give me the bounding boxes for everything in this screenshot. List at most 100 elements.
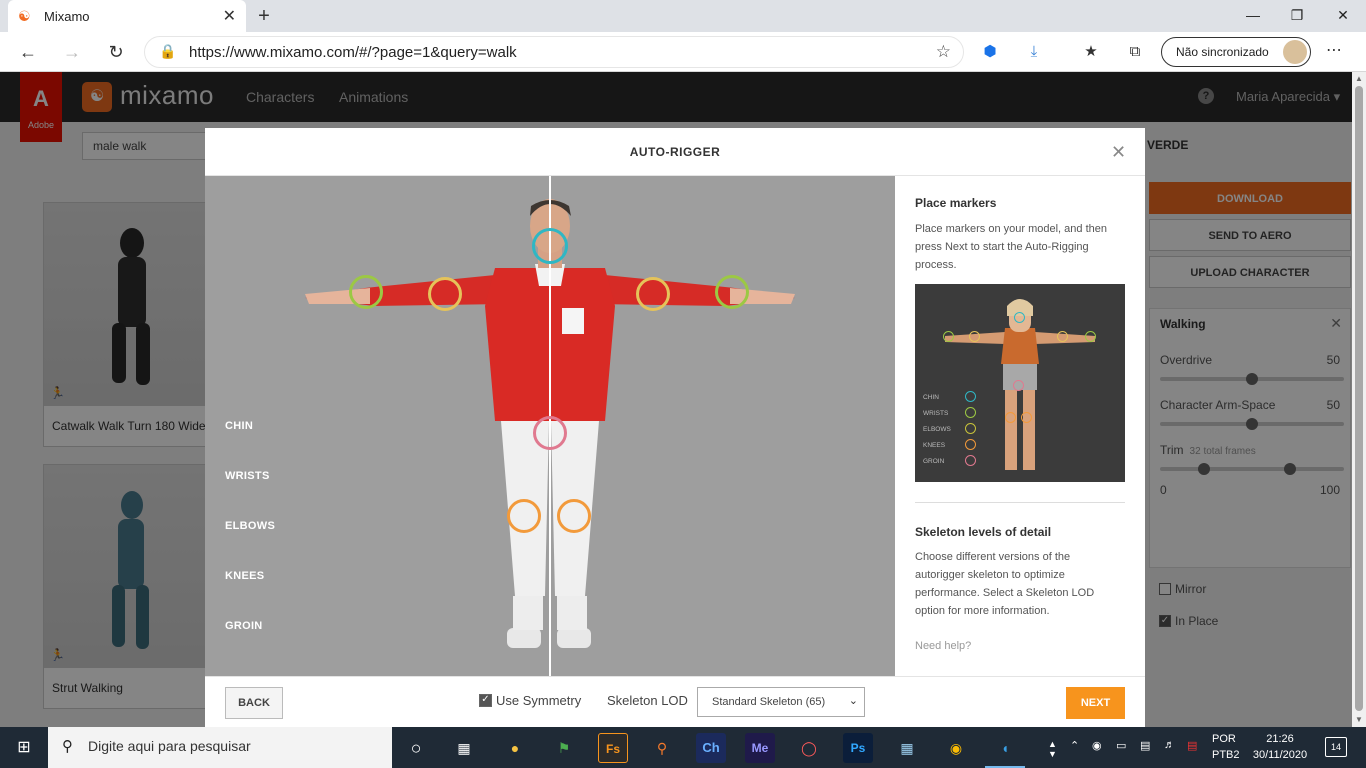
browser-tab[interactable]: ☯ Mixamo ✕ [8, 0, 246, 32]
elbow-marker-left[interactable] [636, 277, 670, 311]
close-dialog-icon[interactable]: ✕ [1111, 142, 1126, 163]
more-menu-icon[interactable]: ⋯ [1326, 40, 1342, 60]
show-hidden-icons-icon[interactable]: ⌃ [1070, 739, 1079, 752]
webcam-icon[interactable]: ◉ [1092, 739, 1102, 752]
volume-icon[interactable]: ♬ [1164, 739, 1175, 751]
elbow-marker-right[interactable] [428, 277, 462, 311]
chevron-down-icon: ⌄ [848, 695, 858, 707]
new-tab-icon[interactable]: + [254, 4, 274, 28]
next-button[interactable]: NEXT [1066, 687, 1125, 719]
elbows-label: ELBOWS [225, 520, 276, 532]
checkbox-checked-icon[interactable]: ✓ [479, 694, 492, 707]
notepad-icon[interactable]: ▦ [892, 733, 922, 763]
example-elbow-marker [1057, 331, 1068, 342]
scroll-up-icon[interactable]: ▲ [1352, 72, 1366, 86]
wrist-marker-right[interactable] [349, 275, 383, 309]
use-symmetry-label: Use Symmetry [496, 693, 582, 708]
chin-marker[interactable] [532, 228, 568, 264]
sync-label: Não sincronizado [1176, 45, 1269, 59]
maps-icon[interactable]: ⚑ [549, 733, 579, 763]
example-groin-label: GROIN [923, 458, 945, 465]
network-icon[interactable]: ▤ [1140, 739, 1150, 752]
photoshop-icon[interactable]: Ps [843, 733, 873, 763]
knee-marker-right[interactable] [507, 499, 541, 533]
back-button[interactable]: BACK [225, 687, 283, 719]
extension-download-icon[interactable]: ⤓ [1023, 41, 1045, 63]
media-encoder-icon[interactable]: Me [745, 733, 775, 763]
legend-knees-icon [965, 439, 976, 450]
address-field[interactable]: 🔒 https://www.mixamo.com/#/?page=1&query… [144, 36, 964, 68]
wrists-label: WRISTS [225, 470, 270, 482]
task-view-icon[interactable]: ▦ [449, 733, 479, 763]
notification-center-icon[interactable]: 14 [1325, 737, 1347, 757]
example-wrist-marker [943, 331, 954, 342]
legend-elbows-icon [965, 423, 976, 434]
windows-start-icon[interactable]: ⊞ [0, 727, 48, 768]
wrist-marker-left[interactable] [715, 275, 749, 309]
skeleton-lod-text: Choose different versions of the autorig… [915, 551, 1095, 617]
skeleton-lod-select[interactable]: Standard Skeleton (65) ⌄ [697, 687, 865, 717]
chrome-icon[interactable]: ◉ [941, 733, 971, 763]
groin-marker[interactable] [533, 416, 567, 450]
example-chin-label: CHIN [923, 394, 939, 401]
legend-wrists-icon [965, 407, 976, 418]
forward-icon[interactable]: → [58, 38, 86, 66]
battery-icon[interactable]: ▭ [1116, 739, 1126, 752]
language-code: POR [1212, 733, 1236, 745]
cortana-icon[interactable]: ○ [401, 733, 431, 763]
antivirus-icon[interactable]: ▤ [1187, 739, 1197, 752]
model-viewport[interactable]: CHIN WRISTS ELBOWS KNEES GROIN [205, 176, 895, 676]
lock-icon[interactable]: 🔒 [159, 43, 176, 60]
app-icon-1[interactable]: ● [500, 733, 530, 763]
use-symmetry-checkbox[interactable]: ✓ Use Symmetry [479, 693, 581, 708]
mixamo-favicon-icon: ☯ [18, 8, 31, 24]
example-wrists-label: WRISTS [923, 410, 949, 417]
close-window-icon[interactable]: ✕ [1320, 0, 1366, 32]
tab-strip: ☯ Mixamo ✕ + — ❐ ✕ [0, 0, 1366, 32]
favorites-list-icon[interactable]: ★ [1080, 41, 1102, 63]
profile-sync-button[interactable]: Não sincronizado [1161, 37, 1311, 67]
close-tab-icon[interactable]: ✕ [223, 6, 236, 26]
dialog-title: AUTO-RIGGER [629, 145, 721, 159]
collections-icon[interactable]: ⧉ [1124, 41, 1146, 63]
skeleton-lod-value: Standard Skeleton (65) [712, 696, 826, 708]
scroll-thumb[interactable] [1355, 86, 1363, 711]
back-icon[interactable]: ← [14, 38, 42, 66]
example-wrist-marker [1085, 331, 1096, 342]
system-clock[interactable]: 21:26 30/11/2020 [1250, 731, 1310, 763]
refresh-icon[interactable]: ↻ [102, 38, 130, 66]
need-help-link[interactable]: Need help? [915, 640, 971, 652]
place-markers-title: Place markers [915, 196, 997, 210]
knee-marker-left[interactable] [557, 499, 591, 533]
keyboard-layout: PTB2 [1212, 749, 1240, 761]
extension-shield-icon[interactable]: ⬢ [979, 41, 1001, 63]
edge-icon[interactable]: ◖ [990, 733, 1020, 763]
url-text[interactable]: https://www.mixamo.com/#/?page=1&query=w… [189, 44, 517, 61]
legend-groin-icon [965, 455, 976, 466]
knees-label: KNEES [225, 570, 265, 582]
fuse-icon[interactable]: Fs [598, 733, 628, 763]
favorite-star-icon[interactable]: ☆ [936, 42, 951, 62]
language-indicator[interactable]: POR PTB2 [1212, 731, 1240, 763]
instructions-panel: Place markers Place markers on your mode… [895, 176, 1145, 676]
minimize-icon[interactable]: — [1230, 0, 1276, 32]
example-elbow-marker [969, 331, 980, 342]
character-animator-icon[interactable]: Ch [696, 733, 726, 763]
example-groin-marker [1013, 380, 1024, 391]
page-scrollbar[interactable]: ▲ ▼ [1352, 72, 1366, 727]
notification-count: 14 [1330, 742, 1341, 752]
clock-date: 30/11/2020 [1252, 749, 1308, 761]
maximize-icon[interactable]: ❐ [1274, 0, 1320, 32]
scroll-down-icon[interactable]: ▼ [1352, 713, 1366, 727]
taskbar-search-input[interactable]: ⚲ Digite aqui para pesquisar [48, 727, 392, 768]
example-knee-marker [1021, 412, 1032, 423]
skeleton-lod-title: Skeleton levels of detail [915, 525, 1052, 539]
dialog-footer: BACK ✓ Use Symmetry Skeleton LOD Standar… [205, 676, 1145, 727]
scroll-taskbar-icon[interactable]: ▲ ▼ [1048, 739, 1057, 759]
example-elbows-label: ELBOWS [923, 426, 951, 433]
example-knee-marker [1005, 412, 1016, 423]
creative-cloud-icon[interactable]: ◯ [794, 733, 824, 763]
windows-taskbar: ⊞ ⚲ Digite aqui para pesquisar ○ ▦ ● ⚑ F… [0, 727, 1366, 768]
blender-icon[interactable]: ⚲ [647, 733, 677, 763]
divider [915, 502, 1125, 503]
